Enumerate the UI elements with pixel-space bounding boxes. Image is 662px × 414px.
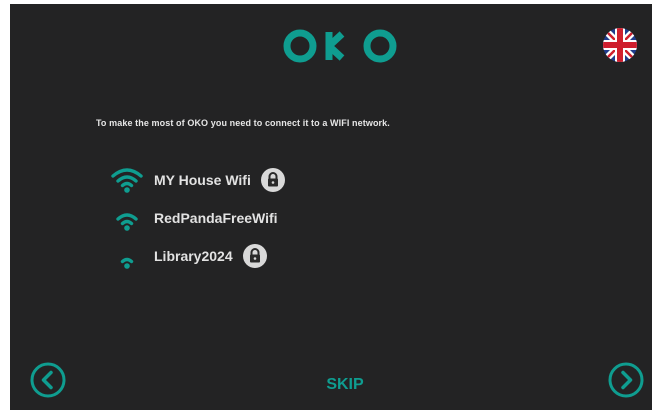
oko-logo	[283, 29, 397, 63]
wifi-network-name: Library2024	[154, 248, 233, 264]
wifi-setup-screen: To make the most of OKO you need to conn…	[10, 4, 652, 410]
chevron-left-circle-icon[interactable]	[30, 362, 66, 398]
wifi-medium-icon	[116, 213, 138, 231]
wifi-network-name: MY House Wifi	[154, 172, 251, 188]
wifi-network-item[interactable]: RedPandaFreeWifi	[110, 204, 278, 232]
wifi-weak-icon	[120, 257, 134, 269]
language-selector-uk-flag[interactable]	[603, 28, 637, 62]
lock-icon	[260, 168, 285, 192]
wifi-network-name: RedPandaFreeWifi	[154, 210, 278, 226]
skip-button[interactable]: SKIP	[310, 376, 380, 394]
lock-icon	[242, 244, 267, 268]
wifi-network-item[interactable]: Library2024	[110, 242, 267, 270]
chevron-right-circle-icon[interactable]	[608, 362, 644, 398]
intro-text: To make the most of OKO you need to conn…	[96, 118, 390, 128]
wifi-strong-icon	[111, 168, 143, 193]
wifi-network-item[interactable]: MY House Wifi	[110, 166, 285, 194]
uk-flag-icon	[603, 28, 637, 62]
